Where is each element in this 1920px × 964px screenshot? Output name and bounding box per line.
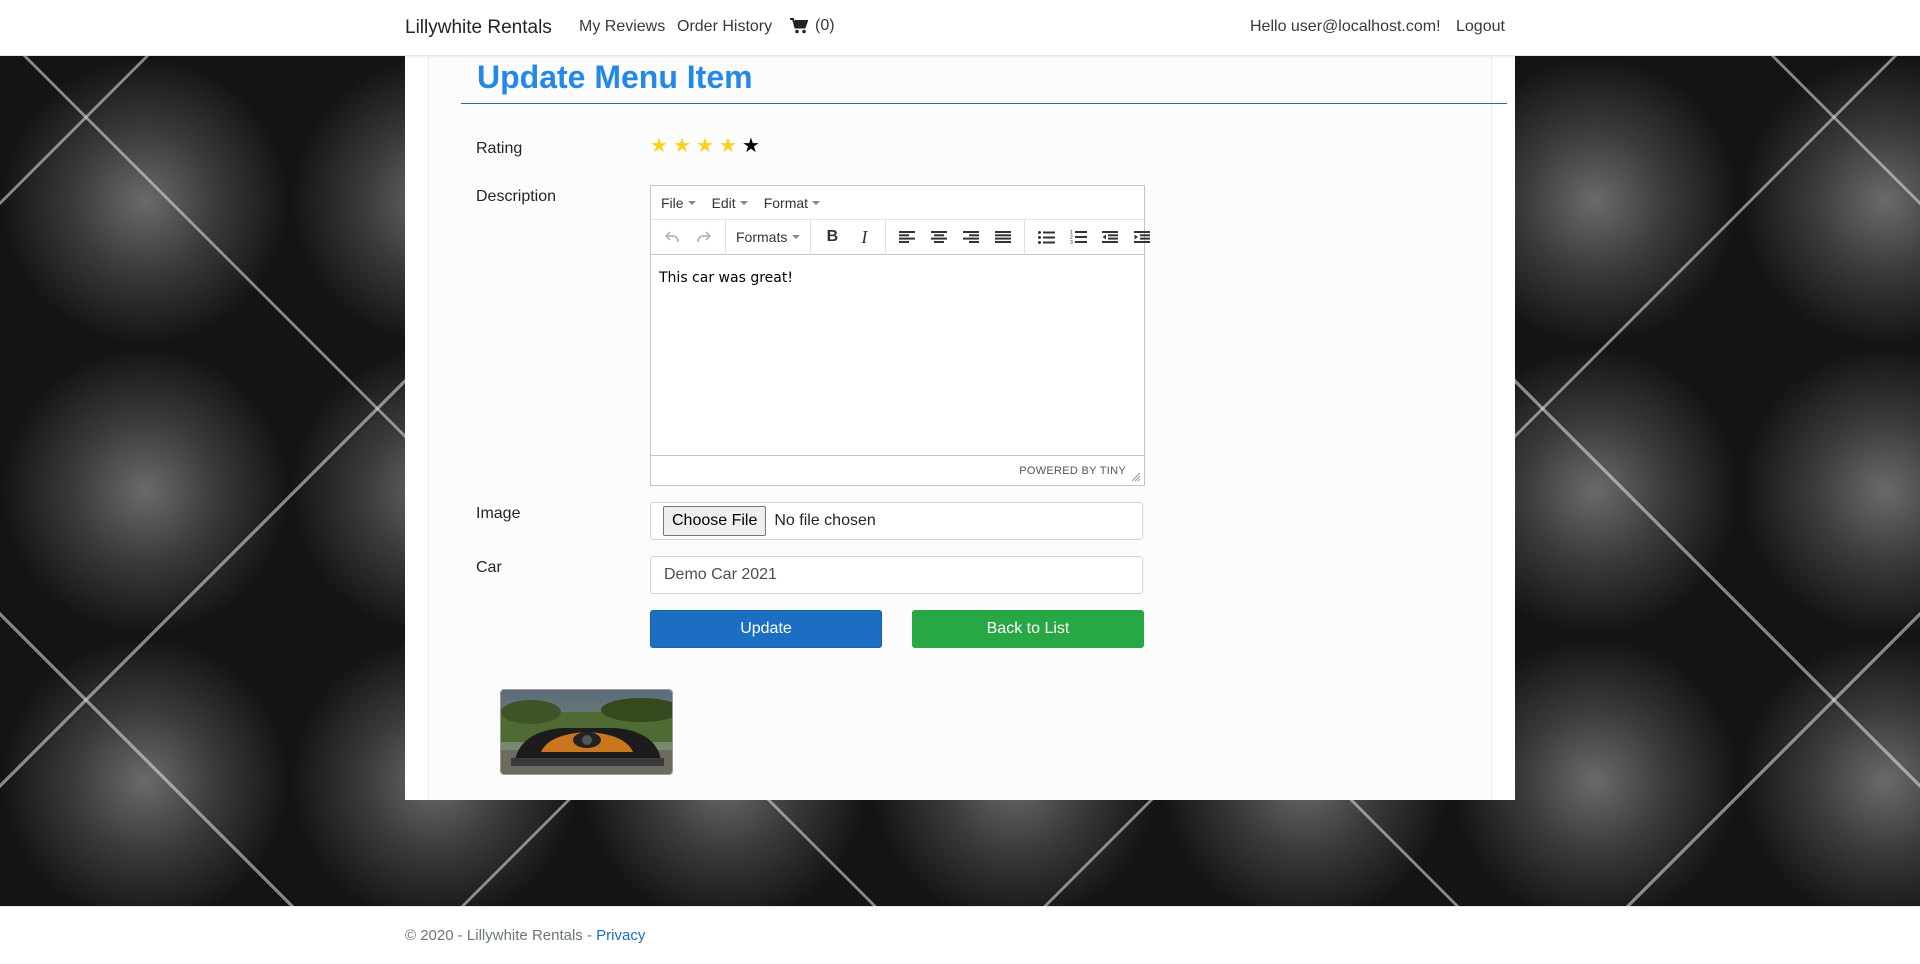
powered-by-tiny[interactable]: POWERED BY TINY (1019, 465, 1126, 477)
align-center-icon (931, 231, 948, 243)
align-justify-button[interactable] (987, 222, 1019, 252)
form-panel: Update Menu Item Rating ★ ★ ★ ★ ★ Descriptio… (428, 56, 1507, 800)
chevron-down-icon (687, 200, 696, 205)
outdent-button[interactable] (1094, 222, 1126, 252)
update-button[interactable]: Update (650, 610, 882, 648)
chevron-down-icon (739, 200, 748, 205)
numbered-list-button[interactable]: 123 (1062, 222, 1094, 252)
cart-icon (790, 18, 808, 34)
bold-icon: B (826, 228, 839, 245)
formats-dropdown[interactable]: Formats (731, 229, 805, 245)
menu-edit-label: Edit (711, 194, 736, 211)
title-divider (461, 103, 1507, 104)
editor-content-area[interactable]: This car was great! (651, 255, 1144, 455)
file-status-text: No file chosen (774, 512, 876, 529)
page-title: Update Menu Item (477, 59, 753, 95)
nav-order-history[interactable]: Order History (677, 18, 772, 36)
align-right-icon (963, 231, 980, 243)
brand-link[interactable]: Lillywhite Rentals (405, 17, 552, 39)
privacy-link[interactable]: Privacy (596, 927, 645, 944)
car-image-thumbnail (500, 689, 673, 775)
resize-handle-icon[interactable] (1131, 472, 1141, 482)
car-value: Demo Car 2021 (664, 566, 777, 583)
star-icon[interactable]: ★ (672, 136, 692, 156)
choose-file-button[interactable]: Choose File (663, 506, 767, 536)
editor-statusbar: POWERED BY TINY (651, 455, 1144, 485)
car-photo (501, 690, 672, 774)
italic-button[interactable]: I (848, 222, 880, 252)
numbered-list-icon: 123 (1070, 230, 1087, 244)
star-icon[interactable]: ★ (649, 136, 669, 156)
star-icon[interactable]: ★ (741, 136, 761, 156)
menu-format[interactable]: Format (763, 194, 821, 211)
editor-menubar: File Edit Format (651, 186, 1144, 219)
redo-icon (697, 231, 711, 242)
chevron-down-icon (812, 200, 821, 205)
rating-label: Rating (476, 140, 523, 157)
align-justify-icon (995, 231, 1012, 243)
bullet-list-button[interactable] (1030, 222, 1062, 252)
star-icon[interactable]: ★ (718, 136, 738, 156)
italic-icon: I (861, 226, 868, 247)
indent-icon (1134, 231, 1151, 243)
footer: © 2020 - Lillywhite Rentals - Privacy (0, 906, 1920, 964)
align-left-button[interactable] (891, 222, 923, 252)
formats-label: Formats (736, 229, 788, 245)
navbar: Lillywhite Rentals My Reviews Order Hist… (0, 0, 1920, 56)
car-select[interactable]: Demo Car 2021 (650, 556, 1143, 594)
chevron-down-icon (792, 235, 801, 239)
star-icon[interactable]: ★ (695, 136, 715, 156)
align-center-button[interactable] (923, 222, 955, 252)
logout-link[interactable]: Logout (1456, 18, 1505, 36)
align-right-button[interactable] (955, 222, 987, 252)
description-label: Description (476, 188, 557, 205)
menu-file-label: File (661, 194, 684, 211)
rich-text-editor: File Edit Format Formats B I 1 2 3 This … (650, 185, 1151, 486)
outdent-icon (1102, 231, 1119, 243)
menu-file[interactable]: File (661, 195, 696, 211)
undo-button[interactable] (656, 222, 688, 252)
cart-count: (0) (815, 17, 835, 34)
align-left-icon (899, 231, 916, 243)
nav-cart[interactable]: (0) (790, 17, 835, 35)
undo-icon (665, 231, 679, 242)
user-greeting[interactable]: Hello user@localhost.com! (1250, 18, 1441, 36)
star-rating[interactable]: ★ ★ ★ ★ ★ (649, 136, 761, 156)
bullet-list-icon (1037, 230, 1055, 244)
bold-button[interactable]: B (816, 222, 848, 252)
nav-my-reviews[interactable]: My Reviews (579, 18, 665, 36)
image-file-input[interactable]: Choose File No file chosen (650, 502, 1143, 540)
menu-edit[interactable]: Edit (712, 195, 748, 211)
content-card: Update Menu Item Rating ★ ★ ★ ★ ★ Descriptio… (405, 56, 1515, 800)
back-to-list-button[interactable]: Back to List (912, 610, 1144, 648)
redo-button[interactable] (688, 222, 720, 252)
car-label: Car (476, 559, 502, 576)
editor-content-text: This car was great! (659, 270, 793, 286)
copyright-text: © 2020 - Lillywhite Rentals - (405, 927, 597, 944)
menu-format-label: Format (763, 194, 809, 211)
indent-button[interactable] (1126, 222, 1158, 252)
svg-text:3: 3 (1070, 240, 1073, 244)
image-label: Image (476, 505, 521, 522)
editor-toolbar: Formats B I 1 2 3 (651, 219, 1151, 255)
footer-text: © 2020 - Lillywhite Rentals - Privacy (405, 927, 645, 944)
